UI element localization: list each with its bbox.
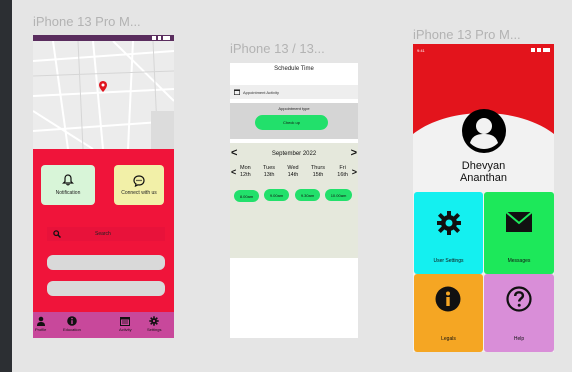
month-row: < September 2022 > (230, 147, 358, 159)
chat-icon (133, 174, 145, 187)
time-label: 9.30am (300, 192, 315, 198)
first-name: Dhevyan (461, 160, 506, 172)
nav-item-profile[interactable]: Profile (35, 316, 46, 332)
day-date: 12th (240, 172, 251, 178)
time-label: 8.00am (239, 193, 254, 199)
info-icon (435, 286, 461, 312)
legals-tile[interactable]: Legals (414, 274, 483, 352)
location-pin-icon[interactable] (99, 81, 107, 92)
help-icon (506, 286, 532, 312)
connect-label: Connect with us (121, 189, 157, 196)
nav-item-activity[interactable]: Activity (119, 316, 132, 332)
day-item[interactable]: Tues 13th (263, 165, 275, 179)
input-field-1[interactable] (47, 255, 165, 270)
day-date: 13th (263, 172, 275, 178)
frame-label-profile[interactable]: iPhone 13 Pro M... (413, 27, 521, 42)
wifi-icon (157, 36, 162, 40)
next-month-arrow[interactable]: > (351, 147, 357, 159)
day-item[interactable]: Mon 12th (240, 165, 251, 179)
connect-card[interactable]: Connect with us (114, 165, 164, 205)
calendar-panel: < September 2022 > < Mon 12th Tues 13th We… (230, 143, 358, 258)
checkup-label: Check up (283, 120, 300, 125)
schedule-screen: Schedule Time Appointment Activity Appoi… (230, 63, 358, 338)
help-tile[interactable]: Help (484, 274, 554, 352)
avatar[interactable] (461, 108, 507, 154)
map-streets (33, 41, 174, 149)
nav-label: Profile (35, 327, 47, 332)
time-slot[interactable]: 9.30am (295, 189, 320, 201)
notification-label: Notification (55, 190, 81, 196)
search-label: Search (95, 231, 111, 237)
nav-label: Activity (119, 327, 132, 332)
appointment-activity-row[interactable]: Appointment Activity (230, 85, 358, 99)
notification-card[interactable]: Notification (41, 165, 95, 205)
home-panel: Notification Connect with us Search (33, 149, 174, 312)
calendar-icon (234, 89, 240, 95)
day-name: Thurs (310, 165, 325, 171)
bottom-nav: Profile Education Activity Settings (33, 312, 174, 338)
time-slot[interactable]: 8.00am (234, 190, 259, 202)
nav-item-settings[interactable]: Settings (147, 316, 161, 332)
frame-label-schedule[interactable]: iPhone 13 / 13... (230, 41, 325, 56)
appointment-type-section: Appointment type Check up (230, 103, 358, 139)
day-item[interactable]: Thurs 15th (311, 165, 325, 179)
day-name: Wed (287, 165, 299, 171)
messages-tile[interactable]: Messages (484, 192, 554, 274)
tile-label: User Settings (433, 258, 464, 264)
checkup-button[interactable]: Check up (255, 115, 328, 130)
user-name: Dhevyan Ananthan (413, 160, 554, 184)
nav-label: Education (63, 327, 81, 332)
time-slot[interactable]: 9.00am (264, 189, 289, 201)
wifi-icon (537, 48, 541, 52)
status-icons (531, 48, 550, 52)
profile-screen: 9:41 Dhevyan Ananthan User Settings Mess… (413, 44, 554, 352)
time-label: 10.00am (330, 192, 347, 198)
input-field-2[interactable] (47, 281, 165, 296)
map-view[interactable] (33, 41, 174, 149)
day-name: Tues (263, 165, 276, 171)
nav-item-education[interactable]: Education (63, 316, 81, 332)
day-date: 14th (287, 172, 299, 178)
month-label: September 2022 (271, 151, 317, 157)
battery-icon (163, 36, 170, 40)
search-bar[interactable]: Search (47, 227, 165, 241)
user-icon (36, 316, 45, 326)
time-label: 9.00am (269, 192, 284, 198)
day-item[interactable]: Fri 16th (337, 165, 348, 179)
mail-icon (506, 212, 532, 232)
prev-week-arrow[interactable]: < (231, 167, 236, 177)
signal-icon (152, 36, 156, 40)
day-row: < Mon 12th Tues 13th Wed 14th Thurs 15th Fri… (230, 165, 358, 183)
last-name: Ananthan (459, 172, 508, 184)
day-date: 15th (312, 172, 324, 178)
status-time: 9:41 (417, 48, 425, 53)
battery-icon (543, 48, 550, 52)
user-settings-tile[interactable]: User Settings (414, 192, 483, 274)
next-week-arrow[interactable]: > (352, 167, 357, 177)
signal-icon (531, 48, 535, 52)
tile-label: Legals (441, 336, 456, 342)
type-label: Appointment type (278, 106, 310, 111)
days-list: Mon 12th Tues 13th Wed 14th Thurs 15th Fri 16… (240, 165, 348, 179)
page-title: Schedule Time (230, 63, 358, 75)
home-screen: Notification Connect with us Search Prof… (33, 35, 174, 338)
gear-icon (149, 316, 159, 326)
user-icon (462, 109, 506, 153)
day-name: Fri (339, 165, 346, 171)
nav-label: Settings (147, 327, 162, 332)
gear-icon (436, 210, 462, 236)
search-icon (53, 230, 61, 238)
activity-label: Appointment Activity (243, 89, 280, 95)
day-item[interactable]: Wed 14th (287, 165, 298, 179)
day-name: Mon (240, 165, 251, 171)
time-slot[interactable]: 10.00am (325, 189, 352, 201)
calendar-icon (120, 317, 131, 326)
info-icon (67, 316, 77, 326)
bell-icon (62, 174, 74, 186)
tile-label: Help (513, 336, 525, 342)
frame-label-home[interactable]: iPhone 13 Pro M... (33, 14, 141, 29)
tile-label: Messages (507, 258, 531, 264)
day-date: 16th (337, 172, 348, 178)
